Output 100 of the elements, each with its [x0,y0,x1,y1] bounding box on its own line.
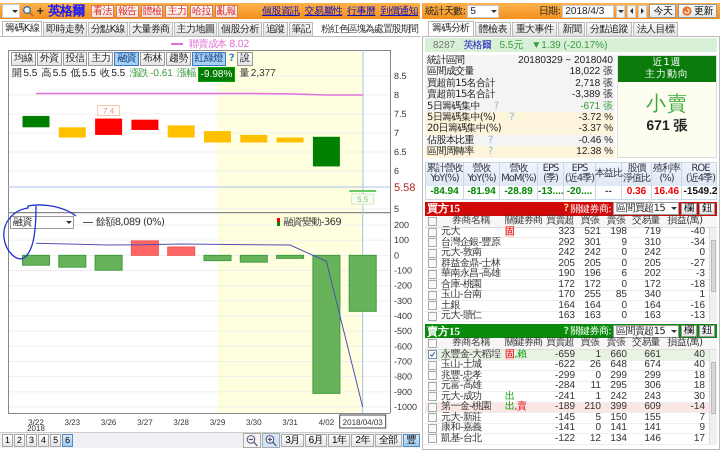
table-cell-text: 1 [698,290,706,301]
table-cell-text: -189 [554,402,576,413]
date-marker: 2018/04/03 [339,414,386,428]
price-change: ▼1.39 (-20.17%) [531,40,608,50]
table-cell-text: 210 [583,402,602,413]
column-header: 買張 [580,338,600,349]
table-cell-text: -81.94 [466,184,497,199]
table-cell-text: 18 [692,370,706,381]
table-cell-text: 163 [557,311,576,322]
table-cell-text: 205 [583,258,602,269]
table-cell-text: 6 [620,269,628,280]
table-cell-text: 170 [557,290,576,301]
stock-code: 8287 [433,40,456,50]
table-cell-text: 242 [557,248,576,259]
axis-label: 200 [394,220,410,230]
column-header: 券商名稱 [451,338,491,348]
x-tick-label: 2018/04/03 [342,418,384,427]
table-cell-text: 0.36 [626,184,648,199]
column-header: YoY(%) [430,174,459,185]
table-cell-text: 146 [643,434,662,444]
table-cell-text: -- [604,184,613,199]
table-cell-text: 292 [557,238,576,248]
quote-label: 開 [12,67,22,81]
table-cell-text: 7 [698,412,706,423]
table-cell-text: 172 [557,280,576,290]
table-cell-text: -16 [690,300,706,311]
column-header: (%) [659,174,674,185]
column-header: 賣張 [606,338,626,349]
table-cell-text: -145 [554,412,576,423]
column-header: 損益(萬) [666,216,704,226]
axis-label: -1000 [394,402,418,412]
column-header: 關鍵券商 [504,216,543,226]
table-cell-text: 242 [609,392,628,402]
broker-tag: 出 [505,390,514,402]
table-cell-text: 255 [583,290,602,301]
table-cell-text: 0 [620,311,628,322]
year-label: 2018 [27,424,45,432]
table-cell-text: 30 [692,392,706,402]
column-header: 交易量 [630,216,662,226]
quote-label: 量 [239,67,249,81]
column-header: 買賣超 [544,216,576,226]
stat-label: 佔股本比重 [427,134,474,146]
table-cell-text: 299 [609,370,628,381]
table-cell-text: -14 [690,402,706,413]
table-cell-text: 11 [590,381,602,392]
table-cell-text: 164 [583,300,602,311]
table-cell-text: 661 [643,350,662,360]
table-cell-text: -27 [690,258,706,269]
legend-label: 聯賣成本 8.02 [188,38,250,50]
trend-verdict: 小賣 [646,90,688,117]
stock-name: 英格爾 [463,38,492,52]
table-cell-text: 85 [614,290,628,301]
column-header: 營收 [472,164,490,174]
axis-label: 7.5 [394,109,407,119]
table-cell-text: 16.46 [652,184,680,199]
table-cell-text: -659 [554,350,576,360]
table-cell-text: 12 [588,434,602,444]
current-price-label: 5.58 [394,182,416,194]
table-cell-text: 719 [643,227,662,238]
table-cell-text: 521 [583,227,602,238]
table-cell-text: 17 [692,434,706,444]
stat-label: 區間周轉率 [427,146,474,158]
note-text: 粉紅色區塊為處置股期間 [321,23,420,36]
axis-label: 100 [394,235,410,246]
table-cell-text: -40 [690,227,706,238]
table-cell-text: 0 [620,248,628,259]
axis-label: 6 [394,166,400,176]
balance-label: 餘額8,089 (0%) [96,216,164,229]
table-cell-text: 648 [609,360,628,371]
stat-value: -0.46 % [578,134,613,146]
column-header: YoY(%) [467,174,496,185]
table-cell-text: 202 [643,269,662,280]
date-label: 日期: [538,4,560,18]
column-header: 券商名稱 [452,216,491,226]
axis-label: 3/28 [173,418,189,427]
axis-label: 3/26 [100,418,116,427]
axis-label: 3/22 [28,418,44,427]
table-cell-text: 0 [620,258,628,269]
axis-label: 8.5 [394,71,407,81]
table-cell-text: 18 [692,381,706,392]
table-cell-text: 0 [620,280,628,290]
table-cell-text: -122 [554,434,576,444]
quote-label: 收 [100,67,110,81]
table-cell-text: -34 [690,238,706,248]
table-cell-text: -20.... [566,184,594,199]
change-label: 融資變動-369 [283,216,342,229]
table-cell-text: 190 [557,269,576,280]
column-header: 賣張 [606,216,626,226]
table-cell-text: 609 [643,402,662,413]
table-cell-text: -284 [554,381,576,392]
axis-label: 4/02 [318,418,334,427]
column-header: MoM(%) [501,174,536,185]
column-header: EPS [542,164,558,174]
table-cell-text: 674 [643,360,662,371]
axis-label: 7 [394,128,400,138]
table-cell-text: 5 [594,412,602,423]
price-tag: 5.5 [351,194,374,204]
quote-label: 低 [70,67,80,81]
table-cell-text: 141 [643,423,662,434]
table-cell-text: 9 [620,238,628,248]
